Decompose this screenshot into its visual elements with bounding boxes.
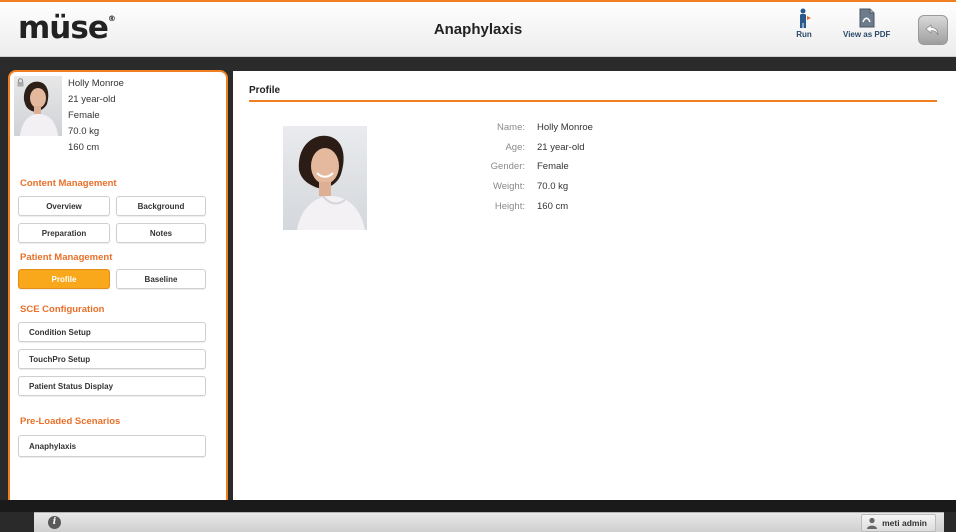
patient-weight: 70.0 kg xyxy=(68,126,100,137)
baseline-button[interactable]: Baseline xyxy=(116,269,206,289)
status-bar: i meti admin xyxy=(34,512,944,532)
field-value: Female xyxy=(537,161,569,172)
pdf-icon xyxy=(859,8,875,28)
profile-photo xyxy=(283,126,367,230)
patient-summary: Holly Monroe 21 year-old Female 70.0 kg … xyxy=(68,76,124,156)
view-as-pdf-button[interactable]: View as PDF xyxy=(843,8,890,39)
field-value: 70.0 kg xyxy=(537,181,569,192)
page-title: Anaphylaxis xyxy=(433,21,523,38)
field-label: Age: xyxy=(505,142,525,153)
top-bar: müse® Anaphylaxis Run View as PDF xyxy=(0,0,956,57)
run-button[interactable]: Run xyxy=(796,8,812,39)
patient-status-display-button[interactable]: Patient Status Display xyxy=(18,376,206,396)
pdf-label: View as PDF xyxy=(843,30,891,39)
overview-button[interactable]: Overview xyxy=(18,196,110,216)
run-label: Run xyxy=(796,30,812,39)
field-label: Gender: xyxy=(490,161,525,172)
back-arrow-icon xyxy=(925,24,939,36)
notes-button[interactable]: Notes xyxy=(116,223,206,243)
user-menu[interactable]: meti admin xyxy=(861,514,936,532)
patient-gender: Female xyxy=(68,110,100,121)
run-icon xyxy=(800,8,811,28)
content-management-heading: Content Management xyxy=(20,178,117,189)
profile-heading: Profile xyxy=(249,85,281,96)
preloaded-scenarios-heading: Pre-Loaded Scenarios xyxy=(20,416,121,427)
preparation-button[interactable]: Preparation xyxy=(18,223,110,243)
back-button[interactable] xyxy=(918,15,948,45)
field-label: Height: xyxy=(494,201,525,212)
lock-icon xyxy=(17,78,24,87)
toolbar-strip xyxy=(0,57,956,71)
patient-age: 21 year-old xyxy=(68,94,116,105)
field-label: Weight: xyxy=(492,181,525,192)
touchpro-setup-button[interactable]: TouchPro Setup xyxy=(18,349,206,369)
background-button[interactable]: Background xyxy=(116,196,206,216)
patient-height: 160 cm xyxy=(68,142,100,153)
condition-setup-button[interactable]: Condition Setup xyxy=(18,322,206,342)
user-name: meti admin xyxy=(882,518,927,528)
profile-button[interactable]: Profile xyxy=(18,269,110,289)
scenario-anaphylaxis-button[interactable]: Anaphylaxis xyxy=(18,435,206,457)
field-value: Holly Monroe xyxy=(537,122,593,133)
footer-strip xyxy=(0,500,956,512)
main-content: Profile Name: Holly Monroe Age: 21 year-… xyxy=(233,71,956,500)
sce-configuration-heading: SCE Configuration xyxy=(20,304,105,315)
user-icon xyxy=(867,517,878,529)
sidebar: Holly Monroe 21 year-old Female 70.0 kg … xyxy=(8,70,228,508)
patient-thumbnail xyxy=(14,76,62,136)
field-label: Name: xyxy=(497,122,525,133)
patient-management-heading: Patient Management xyxy=(20,252,113,263)
field-value: 21 year-old xyxy=(537,142,585,153)
info-icon[interactable]: i xyxy=(48,516,61,529)
heading-divider xyxy=(249,100,937,102)
field-value: 160 cm xyxy=(537,201,569,212)
patient-name: Holly Monroe xyxy=(68,78,124,89)
